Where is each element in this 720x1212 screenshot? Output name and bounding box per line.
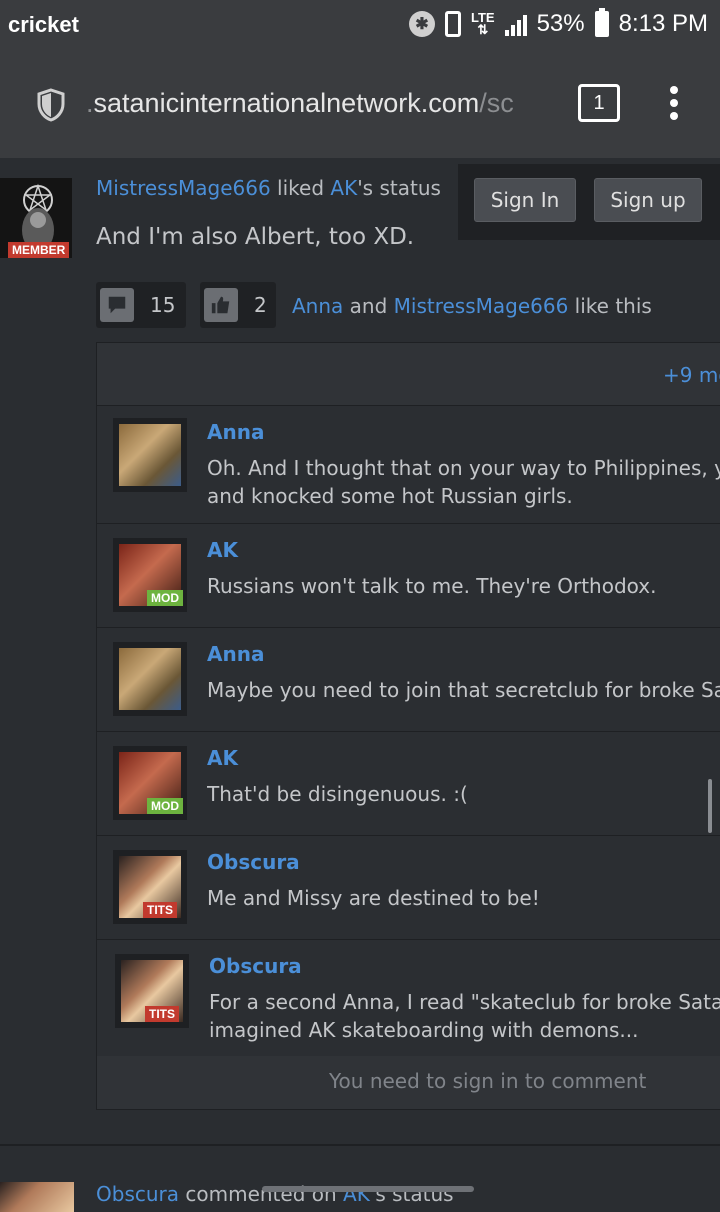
post-divider bbox=[0, 1144, 720, 1146]
comment-text: Russians won't talk to me. They're Ortho… bbox=[207, 574, 657, 598]
avatar[interactable] bbox=[113, 642, 187, 716]
comment-count-button[interactable]: 15 bbox=[96, 282, 186, 328]
overflow-menu-icon[interactable] bbox=[670, 86, 680, 122]
tits-badge: TITS bbox=[145, 1006, 179, 1022]
page-content: MEMBER MistressMage666 liked AK's status… bbox=[0, 158, 720, 1212]
avatar[interactable]: TITS bbox=[113, 850, 187, 924]
status-text: And I'm also Albert, too XD. bbox=[96, 224, 415, 250]
mod-badge: MOD bbox=[147, 590, 183, 606]
comment-text: Maybe you need to join that secretclub f… bbox=[207, 678, 720, 702]
auth-panel: Sign In Sign up bbox=[458, 164, 720, 240]
owner-link[interactable]: AK bbox=[330, 176, 357, 200]
comment-item: MOD AK That'd be disingenuous. :( bbox=[97, 731, 720, 836]
sign-in-prompt[interactable]: You need to sign in to comment bbox=[329, 1069, 646, 1093]
status-bar: cricket ✱ LTE ⇅ 53% 8:13 PM bbox=[0, 0, 720, 52]
tab-switcher-button[interactable]: 1 bbox=[578, 84, 620, 122]
bluetooth-icon: ✱ bbox=[408, 11, 435, 37]
comment-author[interactable]: Obscura bbox=[209, 954, 302, 978]
comment-text: That'd be disingenuous. :( bbox=[207, 782, 468, 806]
more-comments-link[interactable]: +9 mo bbox=[663, 363, 720, 387]
sign-up-button[interactable]: Sign up bbox=[594, 178, 702, 222]
comment-author[interactable]: AK bbox=[207, 746, 238, 770]
like-count: 2 bbox=[254, 293, 267, 317]
carrier-label: cricket bbox=[8, 12, 79, 37]
mod-badge: MOD bbox=[147, 798, 183, 814]
like-count-button[interactable]: 2 bbox=[200, 282, 276, 328]
avatar[interactable] bbox=[0, 1182, 74, 1212]
url-prefix: . bbox=[86, 88, 94, 118]
url-domain: satanicinternationalnetwork.com bbox=[93, 88, 480, 118]
next-post-author-link[interactable]: Obscura bbox=[96, 1182, 179, 1206]
url-path: /sc bbox=[479, 88, 514, 118]
comment-count: 15 bbox=[150, 293, 176, 317]
sign-in-button[interactable]: Sign In bbox=[474, 178, 576, 222]
comment-author[interactable]: AK bbox=[207, 538, 238, 562]
post-header: MistressMage666 liked AK's status bbox=[96, 176, 441, 200]
signal-icon bbox=[504, 12, 527, 36]
browser-toolbar: .satanicinternationalnetwork.com/sc 1 bbox=[0, 52, 720, 158]
comment-text: Me and Missy are destined to be! bbox=[207, 886, 540, 910]
tits-badge: TITS bbox=[143, 902, 177, 918]
battery-icon bbox=[594, 8, 609, 37]
avatar[interactable]: TITS bbox=[115, 954, 189, 1028]
avatar[interactable] bbox=[113, 418, 187, 492]
comment-author[interactable]: Anna bbox=[207, 642, 264, 666]
comment-item: Anna Oh. And I thought that on your way … bbox=[97, 405, 720, 524]
comment-author[interactable]: Anna bbox=[207, 420, 264, 444]
avatar[interactable]: MOD bbox=[113, 746, 187, 820]
comment-item: Anna Maybe you need to join that secretc… bbox=[97, 627, 720, 732]
comments-panel: +9 mo Anna Oh. And I thought that on you… bbox=[96, 342, 720, 1110]
comment-icon bbox=[100, 288, 134, 322]
lte-indicator: LTE ⇅ bbox=[470, 10, 495, 37]
comment-text: For a second Anna, I read "skateclub for… bbox=[209, 990, 720, 1042]
liker-link-mistressmage[interactable]: MistressMage666 bbox=[394, 294, 569, 318]
likes-summary: Anna and MistressMage666 like this bbox=[292, 294, 652, 318]
comment-item: TITS Obscura Me and Missy are destined t… bbox=[97, 835, 720, 940]
thumbs-up-icon bbox=[204, 288, 238, 322]
member-badge: MEMBER bbox=[8, 242, 70, 258]
comment-item: MOD AK Russians won't talk to me. They'r… bbox=[97, 523, 720, 628]
avatar[interactable]: MOD bbox=[113, 538, 187, 612]
vibrate-icon bbox=[444, 11, 461, 37]
comment-item: TITS Obscura For a second Anna, I read "… bbox=[97, 939, 720, 1056]
clock: 8:13 PM bbox=[618, 10, 708, 37]
shield-icon[interactable] bbox=[36, 88, 66, 122]
comments-scrollbar[interactable] bbox=[708, 779, 712, 833]
comment-author[interactable]: Obscura bbox=[207, 850, 300, 874]
liker-link-anna[interactable]: Anna bbox=[292, 294, 343, 318]
address-bar[interactable]: .satanicinternationalnetwork.com/sc bbox=[86, 88, 562, 119]
comment-text: Oh. And I thought that on your way to Ph… bbox=[207, 456, 720, 508]
liker-link[interactable]: MistressMage666 bbox=[96, 176, 271, 200]
battery-percent: 53% bbox=[536, 10, 585, 37]
gesture-bar bbox=[262, 1186, 474, 1192]
